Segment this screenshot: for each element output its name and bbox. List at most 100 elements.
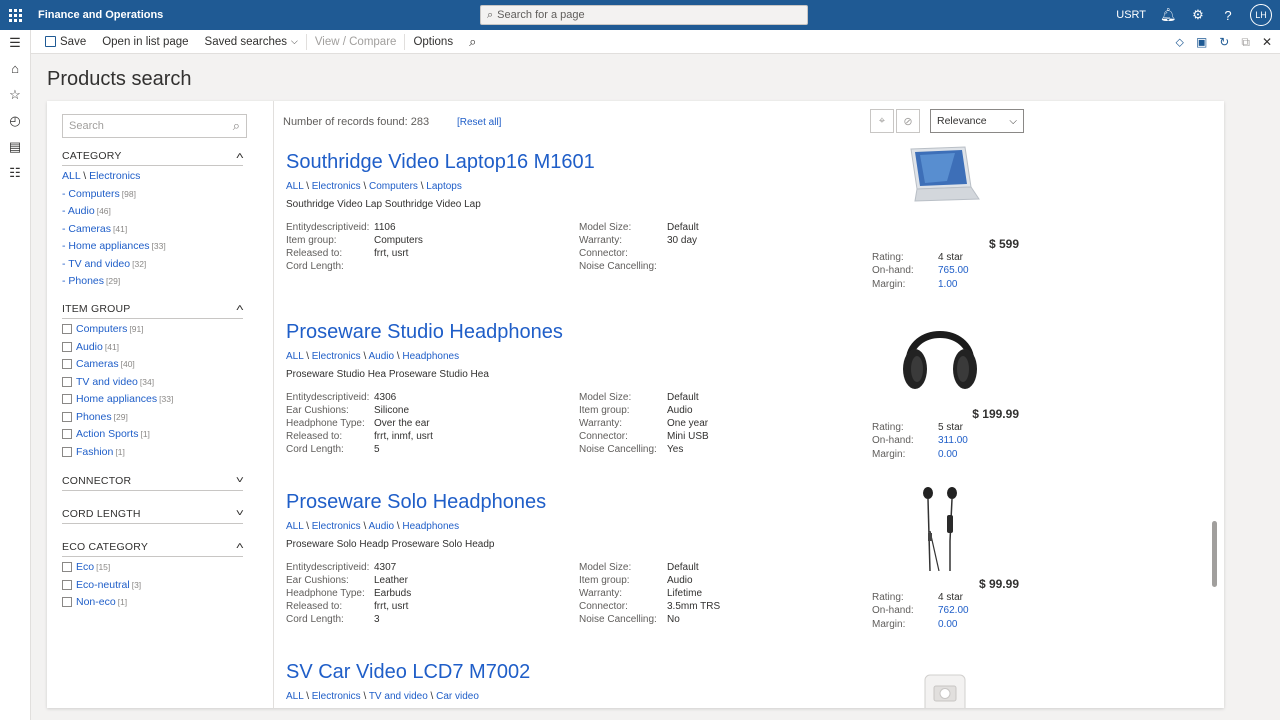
clock-icon[interactable]: ◴ xyxy=(9,112,20,130)
filters-pane: Search ⌕ CATEGORY ˄ ALL \ Electronics - … xyxy=(47,101,274,708)
category-item-cameras[interactable]: - Cameras [41] xyxy=(62,221,273,239)
hamburger-icon[interactable]: ☰ xyxy=(9,34,21,52)
unpin-icon[interactable]: ⊘ xyxy=(896,109,920,133)
chevron-down-icon[interactable]: ˅ xyxy=(236,475,244,486)
item-group-audio[interactable]: Audio [41] xyxy=(62,338,273,356)
item-group-list: Computers [91] Audio [41] Cameras [40] TV a… xyxy=(62,321,273,461)
product-attributes-left: Entitydescriptiveid: 4307 Ear Cushions: Le… xyxy=(286,562,412,625)
search-icon[interactable]: ⌕ xyxy=(233,118,240,134)
waffle-icon[interactable] xyxy=(0,0,30,30)
saved-searches-button[interactable]: Saved searches ⌵ xyxy=(197,30,306,54)
list-icon[interactable]: ☷ xyxy=(9,164,21,182)
product-attributes-right: Model Size: Default Item group: Audio Warr… xyxy=(579,562,721,625)
product-title[interactable]: SV Car Video LCD7 M7002 xyxy=(286,661,530,684)
products-search-card: Search ⌕ CATEGORY ˄ ALL \ Electronics - … xyxy=(47,101,1224,708)
search-icon: ⌕ xyxy=(487,8,494,21)
avatar[interactable]: LH xyxy=(1250,4,1272,26)
product-image-headphones[interactable] xyxy=(895,311,985,401)
item-group-action-sports[interactable]: Action Sports [1] xyxy=(62,426,273,444)
product-breadcrumb: ALL \ Electronics \ Audio \ Headphones xyxy=(286,351,460,362)
workspace-icon[interactable]: ▤ xyxy=(9,138,21,156)
product-title[interactable]: Southridge Video Laptop16 M1601 xyxy=(286,151,595,174)
star-icon[interactable]: ☆ xyxy=(9,86,21,104)
save-icon xyxy=(45,36,56,47)
facet-item-group-header[interactable]: ITEM GROUP ˄ xyxy=(62,303,244,319)
product-description: Proseware Solo Headp Proseware Solo Head… xyxy=(286,539,495,550)
product-price: $ 99.99 xyxy=(978,577,1019,591)
item-group-computers[interactable]: Computers [91] xyxy=(62,321,273,339)
popout-icon[interactable]: ⧉ xyxy=(1241,35,1250,50)
close-icon[interactable]: ✕ xyxy=(1262,35,1272,49)
checkbox[interactable] xyxy=(62,394,72,405)
item-group-phones[interactable]: Phones [29] xyxy=(62,408,273,426)
company-picker[interactable]: USRT xyxy=(1116,9,1146,21)
connect-icon[interactable]: ⬦ xyxy=(1176,35,1184,50)
item-group-fashion[interactable]: Fashion [1] xyxy=(62,443,273,461)
product-price: $ 599 xyxy=(988,237,1019,251)
checkbox[interactable] xyxy=(62,597,72,608)
office-icon[interactable]: ▣ xyxy=(1196,35,1207,49)
checkbox[interactable] xyxy=(62,324,72,335)
product-breadcrumb: ALL \ Electronics \ Audio \ Headphones xyxy=(286,521,460,532)
product-title[interactable]: Proseware Solo Headphones xyxy=(286,491,546,514)
checkbox[interactable] xyxy=(62,341,72,352)
view-compare-button[interactable]: View / Compare xyxy=(307,30,405,54)
bell-icon[interactable]: 🔔︎ xyxy=(1160,7,1177,23)
item-group-cameras[interactable]: Cameras [40] xyxy=(62,356,273,374)
category-item-phones[interactable]: - Phones [29] xyxy=(62,273,273,291)
checkbox[interactable] xyxy=(62,376,72,387)
product-title[interactable]: Proseware Studio Headphones xyxy=(286,321,563,344)
item-group-home-appliances[interactable]: Home appliances [33] xyxy=(62,391,273,409)
save-button[interactable]: Save xyxy=(37,30,94,54)
product-stats: Rating: 4 star On-hand: 762.00 Margin: 0.00 xyxy=(872,592,969,630)
results-scrollbar[interactable] xyxy=(1212,521,1217,587)
records-count: Number of records found: 283 xyxy=(283,116,430,128)
category-list: ALL \ Electronics - Computers [98] - Audi… xyxy=(62,168,273,291)
chevron-up-icon[interactable]: ˄ xyxy=(236,151,244,162)
eco-category-non-eco[interactable]: Non-eco [1] xyxy=(62,594,273,612)
checkbox[interactable] xyxy=(62,411,72,422)
category-item-tv-and-video[interactable]: - TV and video [32] xyxy=(62,256,273,274)
checkbox[interactable] xyxy=(62,579,72,590)
open-in-list-page-button[interactable]: Open in list page xyxy=(94,30,196,54)
global-search-input[interactable]: ⌕ Search for a page xyxy=(480,5,808,25)
app-title[interactable]: Finance and Operations xyxy=(38,9,163,21)
item-group-tv-and-video[interactable]: TV and video [34] xyxy=(62,373,273,391)
checkbox[interactable] xyxy=(62,562,72,573)
refresh-icon[interactable]: ↻ xyxy=(1219,35,1229,49)
eco-category-list: Eco [15] Eco-neutral [3] Non-eco [1] xyxy=(62,559,273,612)
facet-cord-length-header[interactable]: CORD LENGTH ˅ xyxy=(62,508,244,524)
category-item-home-appliances[interactable]: - Home appliances [33] xyxy=(62,238,273,256)
filter-search-input[interactable]: Search ⌕ xyxy=(62,114,247,138)
category-item-computers[interactable]: - Computers [98] xyxy=(62,186,273,204)
chevron-up-icon[interactable]: ˄ xyxy=(236,541,244,552)
chevron-down-icon[interactable]: ˅ xyxy=(236,508,244,519)
chevron-down-icon: ⌵ xyxy=(1009,115,1017,127)
eco-category-eco[interactable]: Eco [15] xyxy=(62,559,273,577)
product-image-earbuds[interactable] xyxy=(895,481,985,571)
category-item-audio[interactable]: - Audio [46] xyxy=(62,203,273,221)
checkbox[interactable] xyxy=(62,359,72,370)
chevron-up-icon[interactable]: ˄ xyxy=(236,303,244,314)
home-icon[interactable]: ⌂ xyxy=(11,60,19,78)
reset-all-link[interactable]: [Reset all] xyxy=(457,117,501,128)
product-card: SV Car Video LCD7 M7002 ALL \ Electronic… xyxy=(283,661,1223,708)
sort-select[interactable]: Relevance ⌵ xyxy=(930,109,1024,133)
gear-icon[interactable]: ⚙ xyxy=(1190,7,1206,23)
options-button[interactable]: Options xyxy=(405,30,461,54)
product-attributes-left: Entitydescriptiveid: 4306 Ear Cushions: Si… xyxy=(286,392,433,455)
pin-icon[interactable]: ⌖ xyxy=(870,109,894,133)
camera-placeholder-icon xyxy=(924,674,966,708)
product-card: Southridge Video Laptop16 M1601 ALL \ El… xyxy=(283,146,1223,321)
search-icon[interactable]: ⌕ xyxy=(461,30,484,54)
action-pane: Save Open in list page Saved searches ⌵ … xyxy=(31,30,1280,54)
facet-category-header[interactable]: CATEGORY ˄ xyxy=(62,150,244,166)
action-pane-right-tools: ⬦ ▣ ↻ ⧉ ✕ xyxy=(1176,30,1272,54)
checkbox[interactable] xyxy=(62,446,72,457)
checkbox[interactable] xyxy=(62,429,72,440)
eco-category-eco-neutral[interactable]: Eco-neutral [3] xyxy=(62,576,273,594)
help-icon[interactable]: ? xyxy=(1220,8,1236,23)
facet-eco-category-header[interactable]: ECO CATEGORY ˄ xyxy=(62,541,244,557)
facet-connector-header[interactable]: CONNECTOR ˅ xyxy=(62,475,244,491)
product-image-laptop[interactable] xyxy=(895,141,985,231)
